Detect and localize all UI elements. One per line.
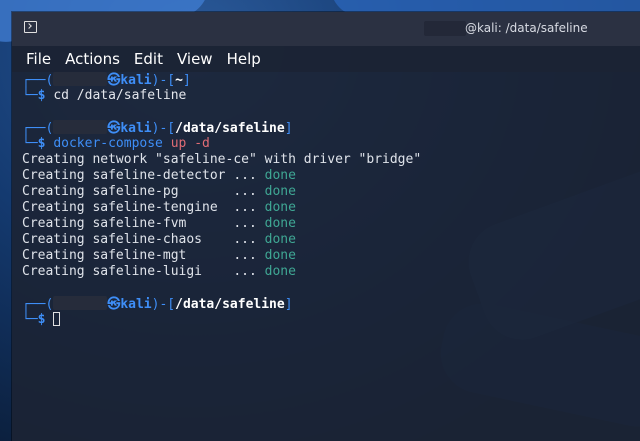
prompt-command-line: └─$ cd /data/safeline xyxy=(22,88,187,103)
desktop-background: @kali: /data/safeline File Actions Edit … xyxy=(0,0,640,441)
menu-edit[interactable]: Edit xyxy=(134,50,163,68)
prompt-header: ┌──(㉿kali)-[/data/safeline] xyxy=(22,296,293,312)
menu-help[interactable]: Help xyxy=(227,50,261,68)
terminal-icon xyxy=(24,21,37,33)
terminal-output[interactable]: ┌──(㉿kali)-[~] └─$ cd /data/safeline ┌──… xyxy=(12,72,640,328)
command-name: docker-compose xyxy=(53,136,163,151)
output-line: Creating safeline-luigi ... done xyxy=(22,264,296,279)
terminal-window[interactable]: @kali: /data/safeline File Actions Edit … xyxy=(12,12,640,441)
menu-bar: File Actions Edit View Help xyxy=(12,46,640,72)
redacted-username xyxy=(53,296,108,310)
redacted-username xyxy=(53,72,108,86)
prompt-command-line: └─$ xyxy=(22,312,640,328)
output-line: Creating safeline-fvm ... done xyxy=(22,216,296,231)
redacted-username xyxy=(53,120,108,134)
output-line: Creating safeline-detector ... done xyxy=(22,168,296,183)
menu-file[interactable]: File xyxy=(26,50,51,68)
title-bar[interactable]: @kali: /data/safeline xyxy=(12,12,640,46)
prompt-command-line: └─$ docker-compose up -d xyxy=(22,136,210,151)
text-cursor[interactable] xyxy=(53,312,61,326)
output-line: Creating safeline-pg ... done xyxy=(22,184,296,199)
output-line: Creating safeline-mgt ... done xyxy=(22,248,296,263)
command-text: cd /data/safeline xyxy=(53,88,187,103)
menu-actions[interactable]: Actions xyxy=(65,50,120,68)
redacted-username xyxy=(424,21,466,36)
prompt-header: ┌──(㉿kali)-[/data/safeline] xyxy=(22,120,293,136)
menu-view[interactable]: View xyxy=(177,50,213,68)
command-args: up -d xyxy=(170,136,210,151)
output-line: Creating safeline-tengine ... done xyxy=(22,200,296,215)
output-line: Creating safeline-chaos ... done xyxy=(22,232,296,247)
output-line: Creating network "safeline-ce" with driv… xyxy=(22,152,422,167)
prompt-header: ┌──(㉿kali)-[~] xyxy=(22,72,191,88)
window-title: @kali: /data/safeline xyxy=(465,21,588,35)
